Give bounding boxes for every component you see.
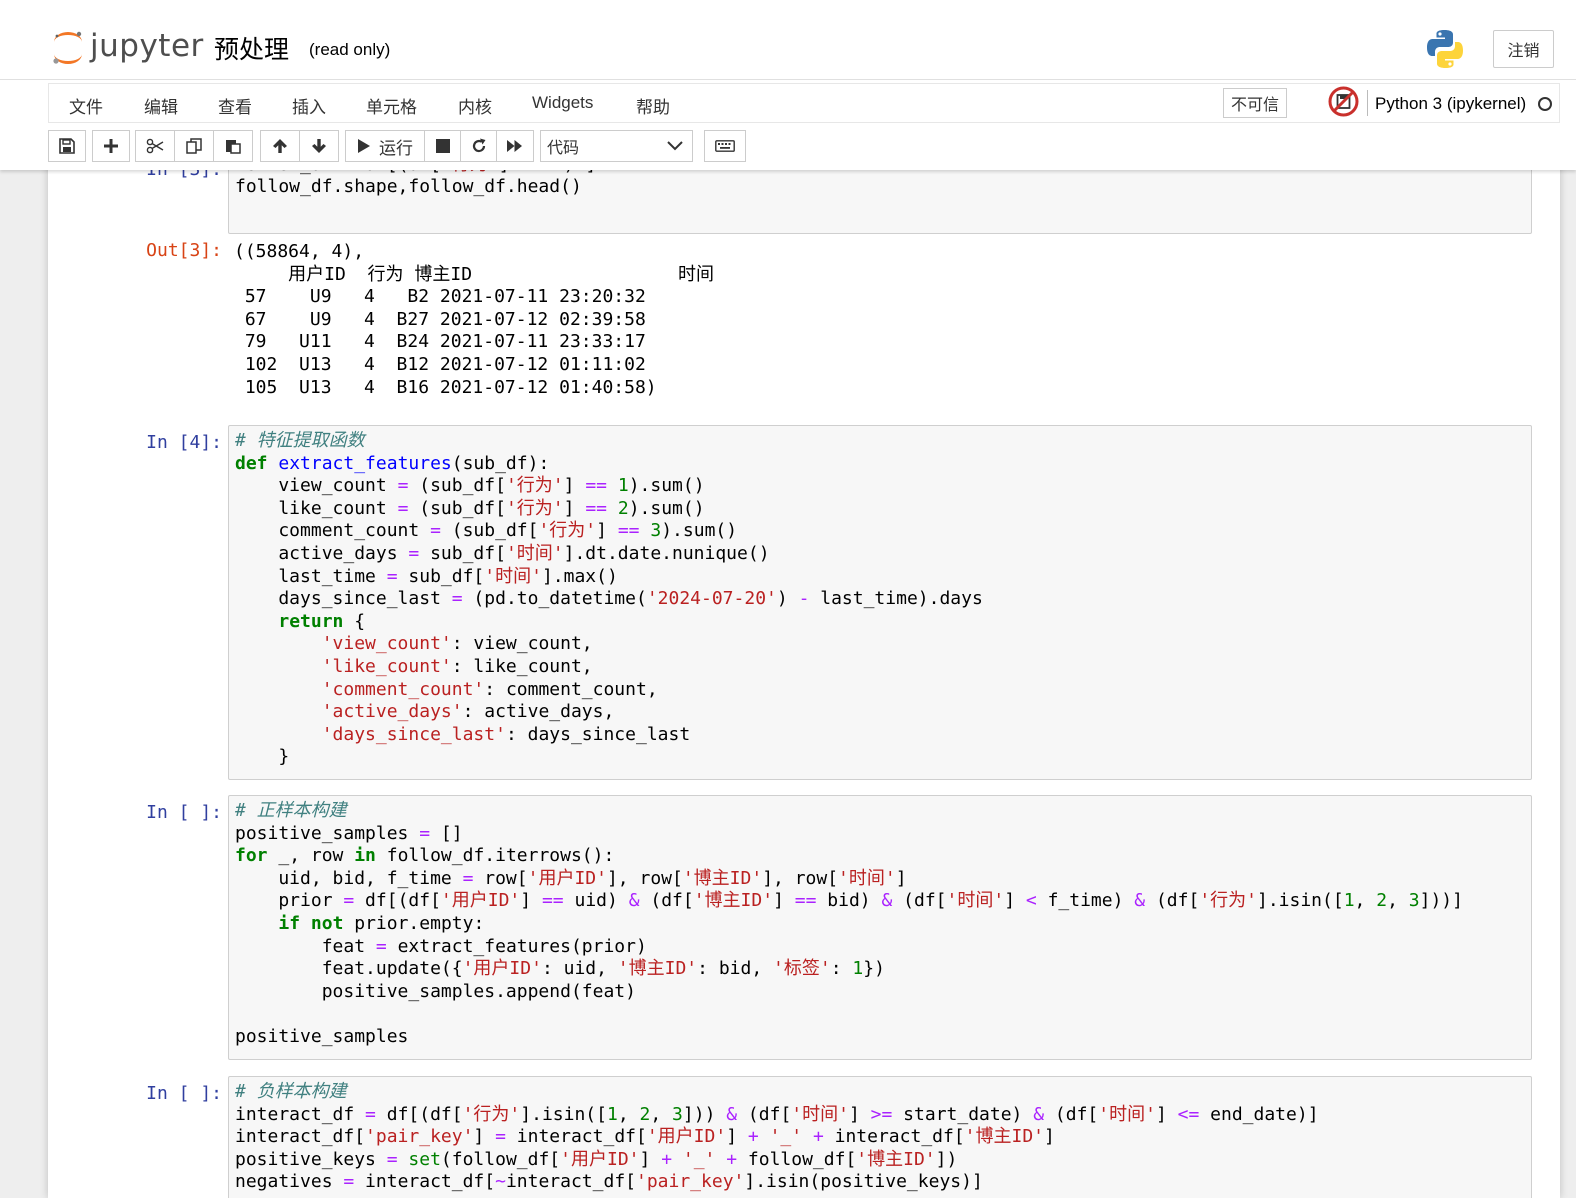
menu-insert[interactable]: 插入	[292, 93, 326, 118]
arrow-down-icon	[312, 139, 326, 153]
stop-icon	[435, 139, 450, 153]
copy-button[interactable]	[174, 130, 214, 162]
code-cell-input[interactable]: # 正样本构建 positive_samples = [] for _, row…	[228, 795, 1532, 1060]
run-label: 运行	[379, 138, 413, 158]
move-up-button[interactable]	[260, 130, 300, 162]
menu-edit[interactable]: 编辑	[144, 93, 178, 118]
code-text[interactable]: # 负样本构建 interact_df = df[(df['行为'].isin(…	[235, 1081, 1319, 1194]
cell-type-value: 代码	[547, 140, 580, 157]
menu-widgets[interactable]: Widgets	[532, 93, 593, 113]
logo-text: jupyter	[90, 28, 204, 64]
menu-kernel[interactable]: 内核	[458, 93, 492, 118]
menu-bar: 文件 编辑 查看 插入 单元格 内核 Widgets 帮助 不可信 Python…	[48, 83, 1560, 123]
output-prompt: Out[3]:	[146, 240, 222, 261]
run-button[interactable]: 运行	[345, 130, 425, 162]
save-button[interactable]	[48, 130, 86, 162]
input-prompt: In [ ]:	[146, 802, 222, 823]
notebook-title[interactable]: 预处理	[214, 30, 289, 66]
cell-type-select[interactable]: 代码	[540, 130, 693, 162]
arrow-up-icon	[273, 139, 287, 153]
code-cell-input[interactable]: # 负样本构建 interact_df = df[(df['行为'].isin(…	[228, 1076, 1532, 1198]
logout-button[interactable]: 注销	[1493, 30, 1554, 68]
input-prompt: In [ ]:	[146, 1083, 222, 1104]
notebook-container: In [3]: # 所有关注行为 follow_df = df[(df['行为'…	[48, 150, 1560, 1198]
paste-icon	[226, 140, 241, 154]
play-icon	[358, 139, 370, 153]
run-all-button[interactable]	[496, 130, 534, 162]
menu-file[interactable]: 文件	[69, 93, 103, 118]
trust-button[interactable]: 不可信	[1223, 88, 1288, 118]
plus-icon	[104, 139, 118, 153]
code-text[interactable]: # 特征提取函数 def extract_features(sub_df): v…	[235, 430, 983, 769]
restart-button[interactable]	[460, 130, 497, 162]
command-palette-button[interactable]	[704, 130, 746, 162]
jupyter-logo[interactable]: jupyter	[50, 28, 203, 68]
kernel-idle-indicator-icon	[1538, 97, 1552, 111]
input-prompt: In [4]:	[146, 432, 222, 453]
move-down-button[interactable]	[299, 130, 339, 162]
kernel-name[interactable]: Python 3 (ipykernel)	[1375, 94, 1526, 114]
code-text[interactable]: # 正样本构建 positive_samples = [] for _, row…	[235, 800, 1463, 1049]
kernel-separator	[1367, 90, 1368, 116]
copy-icon	[186, 138, 202, 154]
top-bar: jupyter 预处理 (read only) 注销	[0, 0, 1576, 80]
save-icon	[59, 138, 75, 154]
kernel-readonly-icon	[1328, 86, 1359, 117]
chevron-down-icon	[667, 141, 683, 151]
read-only-indicator: (read only)	[309, 40, 391, 59]
python-logo-icon	[1427, 30, 1463, 68]
insert-cell-button[interactable]	[92, 130, 130, 162]
jupyter-logo-icon	[53, 31, 82, 64]
restart-icon	[472, 138, 485, 153]
menu-cell[interactable]: 单元格	[366, 93, 417, 118]
paste-button[interactable]	[213, 130, 253, 162]
notebook-header: jupyter 预处理 (read only) 注销 文件 编辑 查看 插入 单…	[0, 0, 1576, 170]
fast-forward-icon	[507, 140, 522, 152]
menu-help[interactable]: 帮助	[636, 93, 670, 118]
cut-icon	[146, 138, 164, 154]
menu-view[interactable]: 查看	[218, 93, 252, 118]
cut-button[interactable]	[135, 130, 175, 162]
cell-output: ((58864, 4), 用户ID 行为 博主ID 时间 57 U9 4 B2 …	[234, 241, 714, 398]
toolbar: 运行 代码	[0, 128, 1576, 166]
keyboard-icon	[715, 140, 735, 152]
interrupt-button[interactable]	[424, 130, 461, 162]
code-cell-input[interactable]: # 特征提取函数 def extract_features(sub_df): v…	[228, 425, 1532, 780]
